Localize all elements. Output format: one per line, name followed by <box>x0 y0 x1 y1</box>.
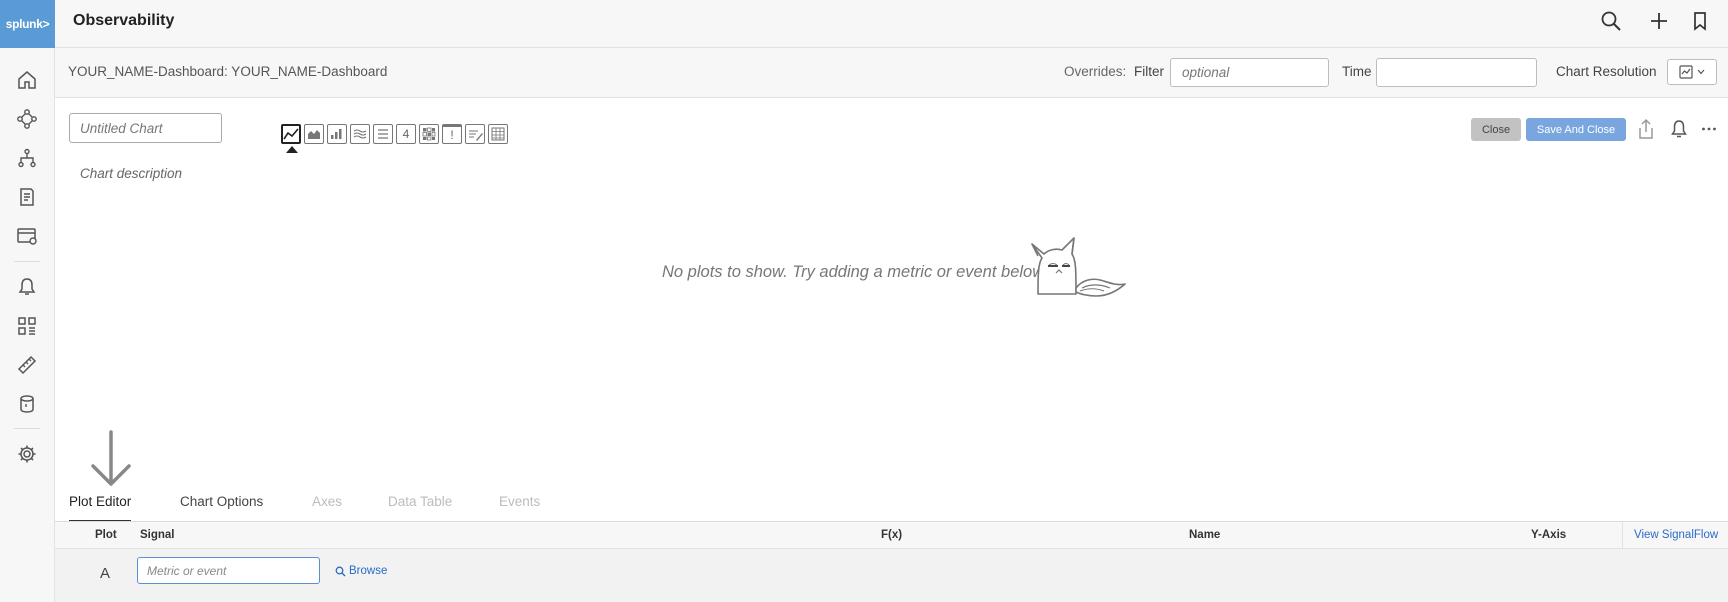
app-header: Observability <box>55 0 1728 48</box>
area-chart-icon <box>308 130 320 139</box>
heatmap-icon <box>422 127 436 141</box>
table-row: A Browse <box>55 549 1728 602</box>
topology-icon[interactable] <box>14 145 40 171</box>
app-title: Observability <box>73 12 175 29</box>
column-divider <box>1622 522 1623 549</box>
tab-chart-options[interactable]: Chart Options <box>180 494 263 522</box>
plot-table-header: Plot Signal F(x) Name Y-Axis View Signal… <box>55 522 1728 549</box>
selected-type-caret <box>286 146 298 153</box>
bell-icon[interactable] <box>1667 116 1691 142</box>
ruler-icon[interactable] <box>14 352 40 378</box>
column-chart-icon <box>331 129 342 139</box>
chart-type-histogram[interactable] <box>350 124 370 144</box>
overrides-label: Overrides: <box>1064 64 1127 79</box>
time-label: Time <box>1342 64 1372 79</box>
filter-label: Filter <box>1134 64 1164 79</box>
chart-title-input[interactable] <box>69 113 222 143</box>
tab-axes: Axes <box>312 494 343 509</box>
mascot-illustration <box>1030 236 1126 305</box>
col-plot: Plot <box>95 529 117 541</box>
col-signal: Signal <box>140 529 175 541</box>
arrow-down-icon <box>90 430 132 493</box>
plot-letter[interactable]: A <box>100 565 110 582</box>
logs-icon[interactable] <box>14 184 40 210</box>
line-chart-icon <box>283 128 299 140</box>
save-and-close-button[interactable]: Save And Close <box>1526 118 1626 141</box>
service-map-icon[interactable] <box>14 106 40 132</box>
dashboards-icon[interactable] <box>14 313 40 339</box>
home-icon[interactable] <box>14 67 40 93</box>
col-name: Name <box>1189 529 1221 541</box>
chevron-down-icon <box>1697 69 1705 75</box>
overrides-bar: YOUR_NAME-Dashboard: YOUR_NAME-Dashboard… <box>55 48 1728 98</box>
list-icon <box>378 129 388 139</box>
settings-icon[interactable] <box>14 441 40 467</box>
close-button[interactable]: Close <box>1471 118 1521 141</box>
chart-type-text[interactable] <box>465 124 485 144</box>
view-signalflow-link[interactable]: View SignalFlow <box>1634 529 1718 541</box>
breadcrumb[interactable]: YOUR_NAME-Dashboard: YOUR_NAME-Dashboard <box>68 64 387 79</box>
chart-type-table[interactable] <box>488 124 508 144</box>
filter-input[interactable] <box>1170 58 1329 87</box>
resolution-icon <box>1679 65 1693 79</box>
chart-type-column[interactable] <box>327 124 347 144</box>
nav-divider <box>14 261 40 262</box>
share-icon[interactable] <box>1634 116 1658 142</box>
signal-input[interactable] <box>137 557 320 584</box>
chart-type-event-feed[interactable]: ! <box>442 124 462 144</box>
splunk-logo[interactable]: splunk> <box>0 0 55 48</box>
chart-type-list[interactable] <box>373 124 393 144</box>
nav-divider <box>14 428 40 429</box>
plus-icon[interactable] <box>1646 8 1672 34</box>
chart-type-heatmap[interactable] <box>419 124 439 144</box>
tab-data-table: Data Table <box>388 494 453 509</box>
infrastructure-icon[interactable] <box>14 223 40 249</box>
chart-type-single-value[interactable]: 4 <box>396 124 416 144</box>
histogram-icon <box>353 129 367 139</box>
chart-resolution-label: Chart Resolution <box>1556 64 1657 79</box>
time-input[interactable] <box>1376 58 1537 87</box>
col-fx: F(x) <box>881 529 903 541</box>
chart-type-area[interactable] <box>304 124 324 144</box>
tab-events: Events <box>499 494 541 509</box>
table-icon <box>491 127 505 141</box>
search-icon <box>335 566 346 576</box>
empty-state-message: No plots to show. Try adding a metric or… <box>662 263 1048 281</box>
bookmark-icon[interactable] <box>1687 8 1713 34</box>
browse-label: Browse <box>349 565 388 577</box>
editor-tabs: Plot Editor Chart Options Axes Data Tabl… <box>55 490 1728 522</box>
database-icon[interactable] <box>14 391 40 417</box>
left-nav-rail: splunk> <box>0 0 55 602</box>
more-options-icon[interactable] <box>1697 116 1721 142</box>
text-note-icon <box>469 130 483 141</box>
chart-resolution-dropdown[interactable] <box>1667 59 1717 85</box>
col-y-axis: Y-Axis <box>1531 529 1567 541</box>
browse-link[interactable]: Browse <box>335 565 387 577</box>
tab-plot-editor[interactable]: Plot Editor <box>69 494 132 522</box>
alerts-icon[interactable] <box>14 274 40 300</box>
chart-type-line[interactable] <box>281 124 301 144</box>
search-icon[interactable] <box>1598 8 1624 34</box>
chart-description[interactable]: Chart description <box>80 166 182 181</box>
